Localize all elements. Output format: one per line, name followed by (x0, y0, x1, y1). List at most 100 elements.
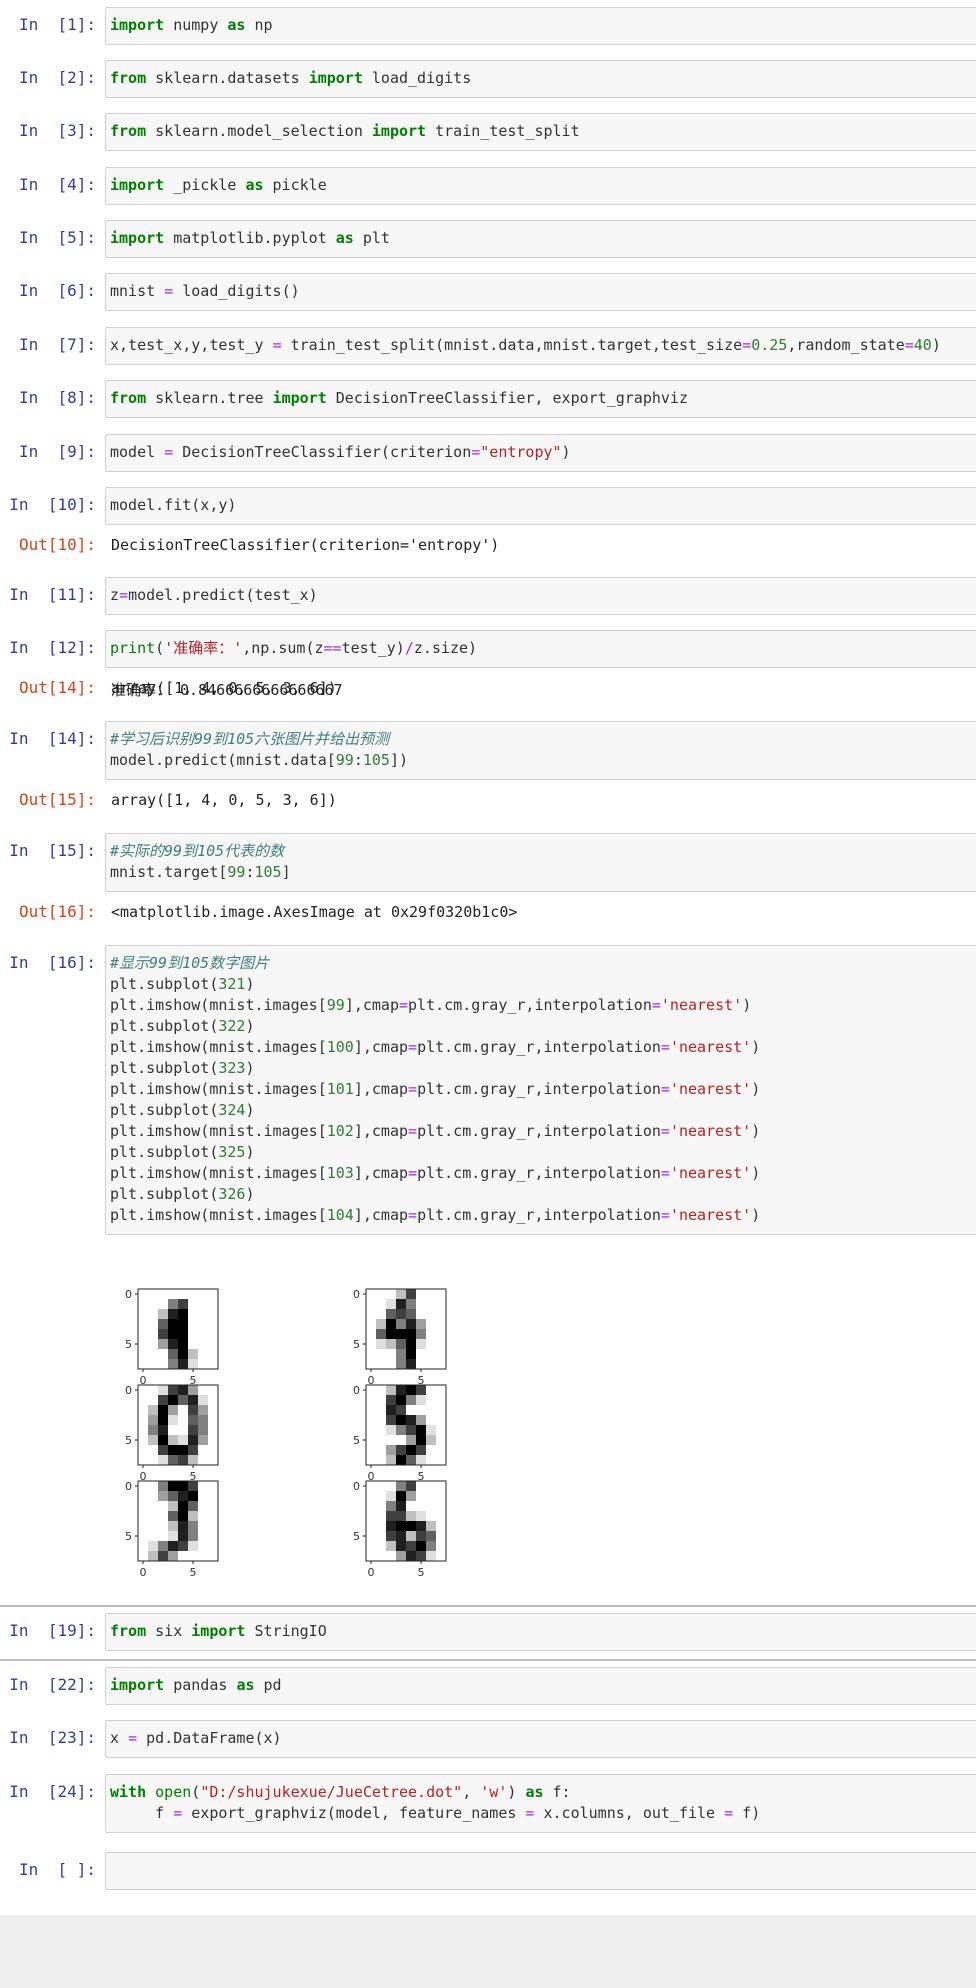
pixel-cell (366, 1349, 377, 1360)
pixel-cell (406, 1541, 417, 1552)
pixel-cell (168, 1395, 179, 1406)
notebook: In [1]: import numpy as np In [2]: from skl… (0, 0, 976, 1915)
pixel-cell (208, 1455, 219, 1466)
pixel-cell (138, 1349, 149, 1360)
pixel-cell (208, 1415, 219, 1426)
pixel-cell (376, 1551, 387, 1562)
pixel-cell (188, 1425, 199, 1436)
pixel-cell (376, 1445, 387, 1456)
input-prompt: In [6]: (18, 281, 96, 300)
pixel-cell (426, 1309, 437, 1320)
x-tick-label: 0 (140, 1566, 147, 1579)
pixel-cell (416, 1289, 427, 1300)
pixel-cell (396, 1349, 407, 1360)
pixel-cell (436, 1455, 447, 1466)
pixel-cell (158, 1491, 169, 1502)
y-tick-label: 5 (125, 1434, 132, 1447)
pixel-cell (148, 1511, 159, 1522)
pixel-cell (208, 1299, 219, 1310)
pixel-cell (208, 1395, 219, 1406)
pixel-cell (158, 1445, 169, 1456)
pixel-cell (386, 1425, 397, 1436)
pixel-cell (426, 1435, 437, 1446)
pixel-cell (436, 1531, 447, 1542)
pixel-cell (376, 1491, 387, 1502)
y-tick-label: 0 (125, 1480, 132, 1493)
pixel-cell (366, 1435, 377, 1446)
pixel-cell (396, 1501, 407, 1512)
pixel-cell (198, 1445, 209, 1456)
pixel-cell (406, 1491, 417, 1502)
pixel-cell (366, 1541, 377, 1552)
pixel-cell (426, 1415, 437, 1426)
input-prompt: In [2]: (18, 68, 96, 87)
output-text: DecisionTreeClassifier(criterion='entrop… (111, 536, 500, 554)
pixel-cell (148, 1481, 159, 1492)
pixel-cell (208, 1385, 219, 1396)
pixel-cell (416, 1319, 427, 1330)
pixel-cell (366, 1319, 377, 1330)
pixel-cell (178, 1551, 189, 1562)
input-prompt: In [14]: (9, 729, 96, 748)
pixel-cell (396, 1405, 407, 1416)
pixel-cell (396, 1551, 407, 1562)
pixel-cell (436, 1329, 447, 1340)
pixel-cell (148, 1541, 159, 1552)
pixel-cell (416, 1359, 427, 1370)
pixel-cell (386, 1385, 397, 1396)
pixel-cell (366, 1339, 377, 1350)
pixel-cell (208, 1511, 219, 1522)
pixel-cell (188, 1531, 199, 1542)
pixel-cell (178, 1521, 189, 1532)
pixel-cell (178, 1405, 189, 1416)
pixel-cell (148, 1501, 159, 1512)
pixel-cell (386, 1481, 397, 1492)
pixel-cell (426, 1405, 437, 1416)
pixel-cell (426, 1455, 437, 1466)
y-tick-label: 0 (353, 1480, 360, 1493)
pixel-cell (198, 1501, 209, 1512)
input-prompt: In [15]: (9, 841, 96, 860)
y-tick-label: 5 (125, 1338, 132, 1351)
code-input-area[interactable] (105, 1852, 976, 1890)
pixel-cell (366, 1359, 377, 1370)
pixel-cell (198, 1309, 209, 1320)
pixel-cell (416, 1511, 427, 1522)
code-text: import matplotlib.pyplot as plt (110, 229, 390, 247)
pixel-cell (406, 1299, 417, 1310)
pixel-cell (386, 1541, 397, 1552)
pixel-cell (178, 1481, 189, 1492)
pixel-cell (148, 1289, 159, 1300)
pixel-cell (426, 1501, 437, 1512)
pixel-cell (158, 1385, 169, 1396)
pixel-cell (188, 1455, 199, 1466)
pixel-cell (148, 1319, 159, 1330)
pixel-cell (406, 1339, 417, 1350)
pixel-cell (188, 1435, 199, 1446)
pixel-cell (178, 1339, 189, 1350)
code-text: model = DecisionTreeClassifier(criterion… (110, 443, 571, 461)
pixel-cell (426, 1359, 437, 1370)
pixel-cell (366, 1455, 377, 1466)
pixel-cell (158, 1481, 169, 1492)
pixel-cell (158, 1521, 169, 1532)
pixel-cell (376, 1395, 387, 1406)
pixel-cell (188, 1385, 199, 1396)
pixel-cell (386, 1329, 397, 1340)
pixel-cell (416, 1521, 427, 1532)
pixel-cell (406, 1445, 417, 1456)
pixel-cell (386, 1445, 397, 1456)
pixel-cell (406, 1501, 417, 1512)
code-text: from sklearn.model_selection import trai… (110, 122, 580, 140)
pixel-cell (148, 1455, 159, 1466)
pixel-cell (138, 1415, 149, 1426)
digit-subplot-1: 050 5 (125, 1288, 219, 1387)
pixel-cell (168, 1511, 179, 1522)
pixel-cell (376, 1299, 387, 1310)
pixel-cell (208, 1309, 219, 1320)
cell-separator (0, 1605, 976, 1607)
pixel-cell (148, 1395, 159, 1406)
pixel-cell (376, 1309, 387, 1320)
code-text: from sklearn.tree import DecisionTreeCla… (110, 389, 688, 407)
pixel-cell (158, 1349, 169, 1360)
